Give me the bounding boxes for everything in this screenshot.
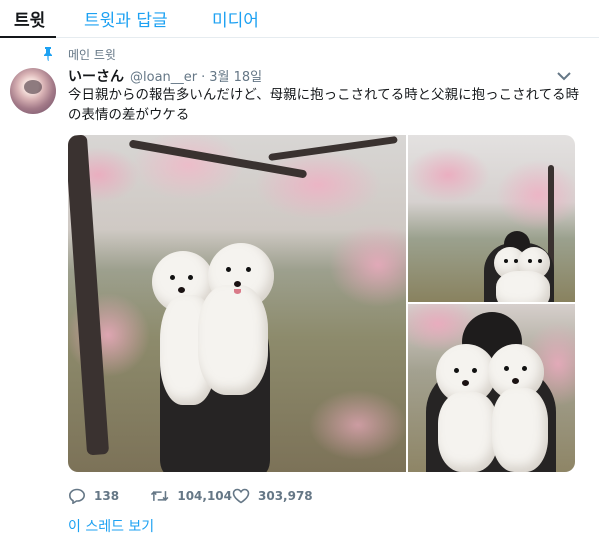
tweet-date[interactable]: 3월 18일 bbox=[209, 66, 262, 85]
tweet-actions: 138 104,104 303,978 bbox=[68, 486, 313, 506]
reply-icon bbox=[68, 488, 86, 504]
show-thread-link[interactable]: 이 스레드 보기 bbox=[68, 516, 154, 536]
tab-tweets-and-replies[interactable]: 트윗과 답글 bbox=[84, 6, 168, 31]
retweet-button[interactable]: 104,104 bbox=[150, 488, 232, 504]
like-button[interactable]: 303,978 bbox=[232, 488, 313, 504]
tab-media[interactable]: 미디어 bbox=[212, 6, 259, 31]
tab-tweets[interactable]: 트윗 bbox=[14, 6, 45, 31]
media-grid bbox=[68, 135, 575, 472]
retweet-count: 104,104 bbox=[177, 489, 232, 503]
reply-count: 138 bbox=[94, 489, 120, 503]
profile-tabs: 트윗 트윗과 답글 미디어 bbox=[0, 0, 599, 38]
reply-button[interactable]: 138 bbox=[68, 488, 150, 504]
display-name[interactable]: いーさん bbox=[68, 66, 124, 86]
chevron-down-icon[interactable] bbox=[557, 70, 571, 82]
tweet-header: いーさん @loan__er · 3월 18일 bbox=[68, 66, 262, 86]
bottom-right-photo[interactable] bbox=[408, 304, 575, 472]
main-photo[interactable] bbox=[68, 135, 406, 472]
pinned-label-text: 메인 트윗 bbox=[68, 47, 116, 62]
like-count: 303,978 bbox=[258, 489, 313, 503]
avatar[interactable] bbox=[10, 68, 56, 114]
retweet-icon bbox=[150, 491, 169, 501]
pinned-tweet-label: 메인 트윗 bbox=[42, 46, 116, 62]
tweet-text: 今日親からの報告多いんだけど、母親に抱っこされてる時と父親に抱っこされてる時の表… bbox=[68, 88, 580, 123]
separator-dot: · bbox=[201, 70, 206, 85]
pin-icon bbox=[44, 47, 52, 61]
top-right-photo[interactable] bbox=[408, 135, 575, 302]
user-handle[interactable]: @loan__er bbox=[130, 70, 197, 85]
like-icon bbox=[232, 488, 250, 504]
active-tab-indicator bbox=[0, 36, 56, 38]
